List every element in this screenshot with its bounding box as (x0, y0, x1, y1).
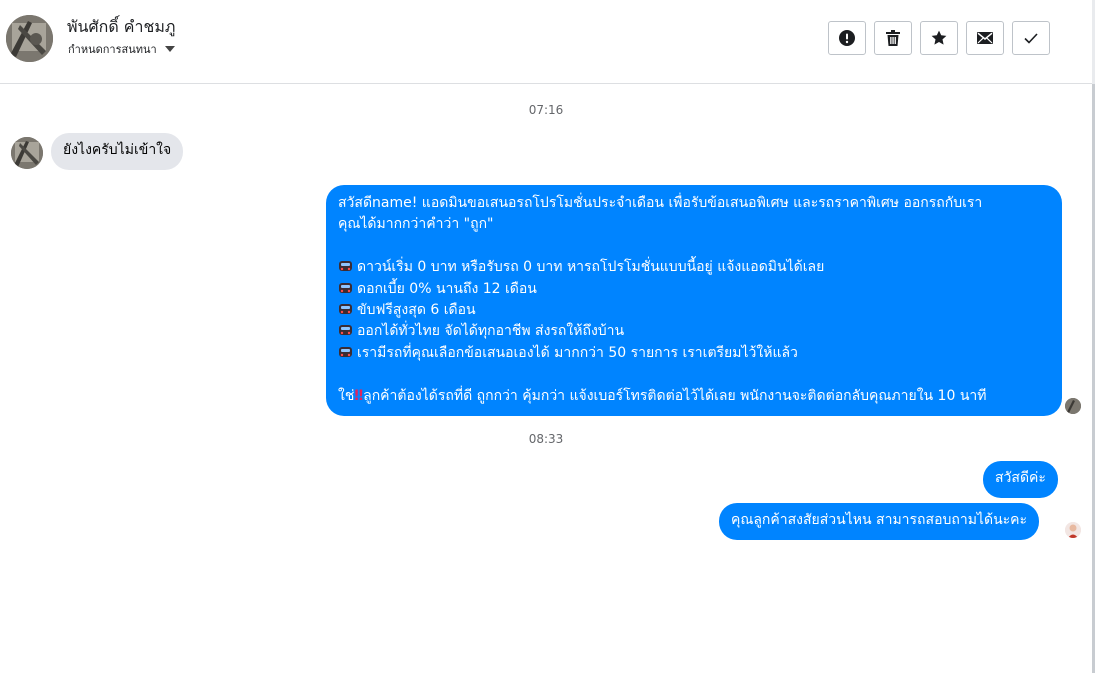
closing-prefix: ใช่ (338, 387, 355, 404)
avatar-photo (1065, 398, 1081, 414)
conversation-header: พันศักดิ์ คำชมภู กำหนดการสนทนา (0, 0, 1092, 84)
car-emoji-icon (339, 325, 352, 336)
bullet-line: ดาวน์เริ่ม 0 บาท หรือรับรถ 0 บาท หารถโปร… (338, 257, 1050, 278)
agent-photo (1065, 522, 1081, 538)
star-button[interactable] (920, 21, 958, 55)
car-emoji-icon (339, 261, 352, 272)
mark-done-button[interactable] (1012, 21, 1050, 55)
message-line: คุณได้มากกว่าคำว่า "ถูก" (338, 216, 494, 233)
car-emoji-icon (339, 346, 352, 357)
car-emoji-icon (339, 304, 352, 315)
sender-avatar (11, 137, 43, 169)
message-line: ใช่‼ลูกค้าต้องได้รถที่ดี ถูกกว่า คุ้มกว่… (338, 386, 1050, 407)
bullet-text: ดอกเบี้ย 0% นานถึง 12 เดือน (357, 280, 537, 297)
check-icon (1024, 32, 1038, 44)
message-line: สวัสดีname! แอดมินขอเสนอรถโปรโมชั่นประจำ… (338, 195, 983, 211)
outgoing-promo-message[interactable]: สวัสดีname! แอดมินขอเสนอรถโปรโมชั่นประจำ… (326, 185, 1062, 416)
conversation-status-label: กำหนดการสนทนา (68, 43, 157, 56)
bullet-line: เรามีรถที่คุณเลือกข้อเสนอเองได้ มากกว่า … (338, 343, 1050, 364)
conversation-status-dropdown[interactable]: กำหนดการสนทนา (68, 40, 175, 58)
incoming-message[interactable]: ยังไงครับไม่เข้าใจ (51, 133, 184, 170)
alert-icon (839, 30, 855, 46)
agent-avatar (1065, 522, 1081, 538)
bullet-text: เรามีรถที่คุณเลือกข้อเสนอเองได้ มากกว่า … (357, 344, 798, 361)
timestamp: 08:33 (528, 432, 564, 446)
outgoing-message[interactable]: คุณลูกค้าสงสัยส่วนไหน สามารถสอบถามได้นะค… (719, 503, 1040, 540)
conversation-toolbar (828, 21, 1050, 55)
star-icon (931, 30, 947, 45)
seen-avatar (1065, 398, 1081, 414)
closing-text: ลูกค้าต้องได้รถที่ดี ถูกกว่า คุ้มกว่า แจ… (363, 387, 987, 404)
caret-down-icon (164, 46, 175, 52)
bullet-text: ดาวน์เริ่ม 0 บาท หรือรับรถ 0 บาท หารถโปร… (357, 259, 825, 276)
mark-spam-button[interactable] (828, 21, 866, 55)
trash-icon (886, 30, 900, 46)
avatar-photo (6, 15, 53, 62)
double-exclamation-icon: ‼ (354, 387, 364, 404)
mark-unread-button[interactable] (966, 21, 1004, 55)
avatar-photo (11, 137, 43, 169)
outgoing-message[interactable]: สวัสดีค่ะ (983, 461, 1058, 498)
bullet-text: ออกได้ทั่วไทย จัดได้ทุกอาชีพ ส่งรถให้ถึง… (357, 323, 625, 340)
timestamp: 07:16 (528, 103, 564, 117)
car-emoji-icon (339, 282, 352, 293)
delete-button[interactable] (874, 21, 912, 55)
bullet-text: ขับฟรีสูงสุด 6 เดือน (357, 302, 476, 319)
bullet-line: ดอกเบี้ย 0% นานถึง 12 เดือน (338, 279, 1050, 300)
contact-avatar[interactable] (6, 15, 53, 62)
message-text: คุณลูกค้าสงสัยส่วนไหน สามารถสอบถามได้นะค… (731, 512, 1028, 528)
message-text: ยังไงครับไม่เข้าใจ (63, 142, 172, 158)
bullet-line: ออกได้ทั่วไทย จัดได้ทุกอาชีพ ส่งรถให้ถึง… (338, 321, 1050, 342)
bullet-line: ขับฟรีสูงสุด 6 เดือน (338, 300, 1050, 321)
envelope-icon (977, 32, 993, 44)
message-text: สวัสดีค่ะ (995, 470, 1046, 486)
contact-name[interactable]: พันศักดิ์ คำชมภู (67, 15, 175, 40)
